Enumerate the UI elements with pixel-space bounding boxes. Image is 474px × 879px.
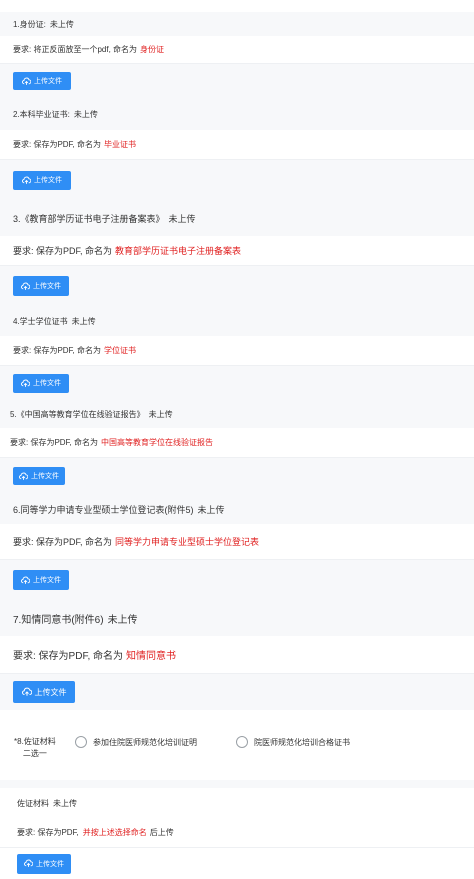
requirement-text: 要求: 将正反面放至一个pdf, 命名为 — [13, 45, 138, 54]
radio-circle-icon[interactable] — [75, 736, 87, 748]
upload-status: 未上传 — [71, 316, 96, 326]
section-5-title-row: 5.《中国高等教育学位在线验证报告》 未上传 — [0, 400, 474, 428]
upload-button-label: 上传文件 — [33, 283, 61, 290]
upload-button-label: 上传文件 — [36, 860, 64, 868]
section-title: 2.本科毕业证书: — [13, 109, 70, 119]
upload-button-label: 上传文件 — [34, 177, 62, 184]
upload-file-button[interactable]: 上传文件 — [13, 373, 69, 393]
required-filename: 学位证书 — [104, 346, 137, 355]
upload-status: 未上传 — [107, 614, 138, 626]
section-1-title-row: 1.身份证: 未上传 — [0, 12, 474, 36]
item-8-selection-row: *8.佐证材料 二选一 参加住院医师规范化培训证明 院医师规范化培训合格证书 — [0, 710, 474, 780]
upload-status: 未上传 — [53, 798, 77, 808]
section-5-requirement-row: 要求: 保存为PDF, 命名为 中国高等教育学位在线验证报告 — [0, 428, 474, 458]
upload-button-label: 上传文件 — [33, 380, 61, 387]
required-filename: 毕业证书 — [104, 140, 137, 149]
requirement-suffix: 后上传 — [149, 828, 174, 837]
section-6-button-row: 上传文件 — [0, 560, 474, 600]
requirement-text: 要求: 保存为PDF, 命名为 — [10, 438, 99, 447]
requirement-text: 要求: 保存为PDF, 命名为 — [13, 651, 124, 662]
upload-file-button[interactable]: 上传文件 — [13, 276, 69, 296]
section-4-requirement-row: 要求: 保存为PDF, 命名为 学位证书 — [0, 336, 474, 366]
cloud-upload-icon — [21, 379, 30, 387]
section-title: 6.同等学力申请专业型硕士学位登记表(附件5) — [13, 504, 194, 515]
section-1-button-row: 上传文件 — [0, 64, 474, 98]
section-2-button-row: 上传文件 — [0, 160, 474, 200]
cloud-upload-icon — [22, 176, 31, 184]
upload-status: 未上传 — [73, 109, 98, 119]
upload-materials-page: 1.身份证: 未上传 要求: 将正反面放至一个pdf, 命名为 身份证 上传文件… — [0, 0, 474, 879]
upload-status: 未上传 — [148, 409, 173, 419]
cloud-upload-icon — [21, 687, 32, 696]
required-filename: 身份证 — [140, 45, 165, 54]
item-8-label-line-2: 二选一 — [22, 749, 47, 758]
section-title: 4.学士学位证书 — [13, 316, 68, 326]
cloud-upload-icon — [24, 859, 33, 867]
cloud-upload-icon — [22, 77, 31, 85]
upload-button-label: 上传文件 — [34, 687, 67, 697]
section-1-requirement-row: 要求: 将正反面放至一个pdf, 命名为 身份证 — [0, 36, 474, 64]
section-title: 3.《教育部学历证书电子注册备案表》 — [13, 213, 165, 224]
required-filename: 中国高等教育学位在线验证报告 — [101, 438, 214, 447]
spacer — [0, 780, 474, 788]
upload-file-button[interactable]: 上传文件 — [17, 853, 71, 874]
upload-status: 未上传 — [49, 19, 74, 29]
required-filename: 知情同意书 — [126, 651, 177, 662]
section-3-title-row: 3.《教育部学历证书电子注册备案表》 未上传 — [0, 200, 474, 236]
section-3-requirement-row: 要求: 保存为PDF, 命名为 教育部学历证书电子注册备案表 — [0, 236, 474, 266]
requirement-text: 要求: 保存为PDF, — [17, 828, 79, 837]
upload-file-button[interactable]: 上传文件 — [13, 170, 71, 190]
upload-button-label: 上传文件 — [31, 473, 59, 480]
section-6-title-row: 6.同等学力申请专业型硕士学位登记表(附件5) 未上传 — [0, 494, 474, 524]
required-filename: 同等学力申请专业型硕士学位登记表 — [115, 537, 260, 547]
evidence-requirement-row: 要求: 保存为PDF, 并按上述选择命名 后上传 — [0, 818, 474, 848]
section-2-title-row: 2.本科毕业证书: 未上传 — [0, 98, 474, 130]
upload-file-button[interactable]: 上传文件 — [13, 681, 75, 703]
evidence-title-row: 佐证材料 未上传 — [0, 788, 474, 818]
requirement-text: 要求: 保存为PDF, 命名为 — [13, 246, 113, 256]
radio-circle-icon[interactable] — [236, 736, 248, 748]
upload-button-label: 上传文件 — [34, 78, 62, 85]
cloud-upload-icon — [21, 576, 30, 584]
radio-option-label: 参加住院医师规范化培训证明 — [93, 737, 197, 747]
upload-status: 未上传 — [168, 213, 196, 224]
item-8-label: *8.佐证材料 二选一 — [14, 736, 56, 760]
section-4-title-row: 4.学士学位证书 未上传 — [0, 306, 474, 336]
item-8-label-line-1: *8.佐证材料 — [14, 737, 56, 746]
radio-option-label: 院医师规范化培训合格证书 — [254, 737, 350, 747]
required-filename: 教育部学历证书电子注册备案表 — [115, 246, 242, 256]
cloud-upload-icon — [21, 282, 30, 290]
section-title: 佐证材料 — [17, 798, 49, 808]
section-2-requirement-row: 要求: 保存为PDF, 命名为 毕业证书 — [0, 130, 474, 160]
radio-option-training-proof[interactable]: 参加住院医师规范化培训证明 — [75, 736, 197, 748]
section-7-title-row: 7.知情同意书(附件6) 未上传 — [0, 600, 474, 636]
required-filename: 并按上述选择命名 — [82, 828, 147, 837]
upload-file-button[interactable]: 上传文件 — [13, 570, 69, 590]
section-5-button-row: 上传文件 — [0, 458, 474, 494]
section-6-requirement-row: 要求: 保存为PDF, 命名为 同等学力申请专业型硕士学位登记表 — [0, 524, 474, 560]
requirement-text: 要求: 保存为PDF, 命名为 — [13, 537, 113, 547]
requirement-text: 要求: 保存为PDF, 命名为 — [13, 346, 102, 355]
section-7-requirement-row: 要求: 保存为PDF, 命名为 知情同意书 — [0, 636, 474, 674]
section-3-button-row: 上传文件 — [0, 266, 474, 306]
cloud-upload-icon — [19, 472, 28, 480]
upload-file-button[interactable]: 上传文件 — [13, 467, 65, 485]
radio-option-training-certificate[interactable]: 院医师规范化培训合格证书 — [236, 736, 350, 748]
section-4-button-row: 上传文件 — [0, 366, 474, 400]
section-title: 5.《中国高等教育学位在线验证报告》 — [10, 409, 145, 419]
requirement-text: 要求: 保存为PDF, 命名为 — [13, 140, 102, 149]
section-7-button-row: 上传文件 — [0, 674, 474, 710]
upload-status: 未上传 — [197, 504, 225, 515]
section-title: 7.知情同意书(附件6) — [13, 614, 104, 626]
section-title: 1.身份证: — [13, 19, 46, 29]
upload-file-button[interactable]: 上传文件 — [13, 72, 71, 90]
evidence-button-row: 上传文件 — [0, 848, 474, 879]
upload-button-label: 上传文件 — [33, 577, 61, 584]
